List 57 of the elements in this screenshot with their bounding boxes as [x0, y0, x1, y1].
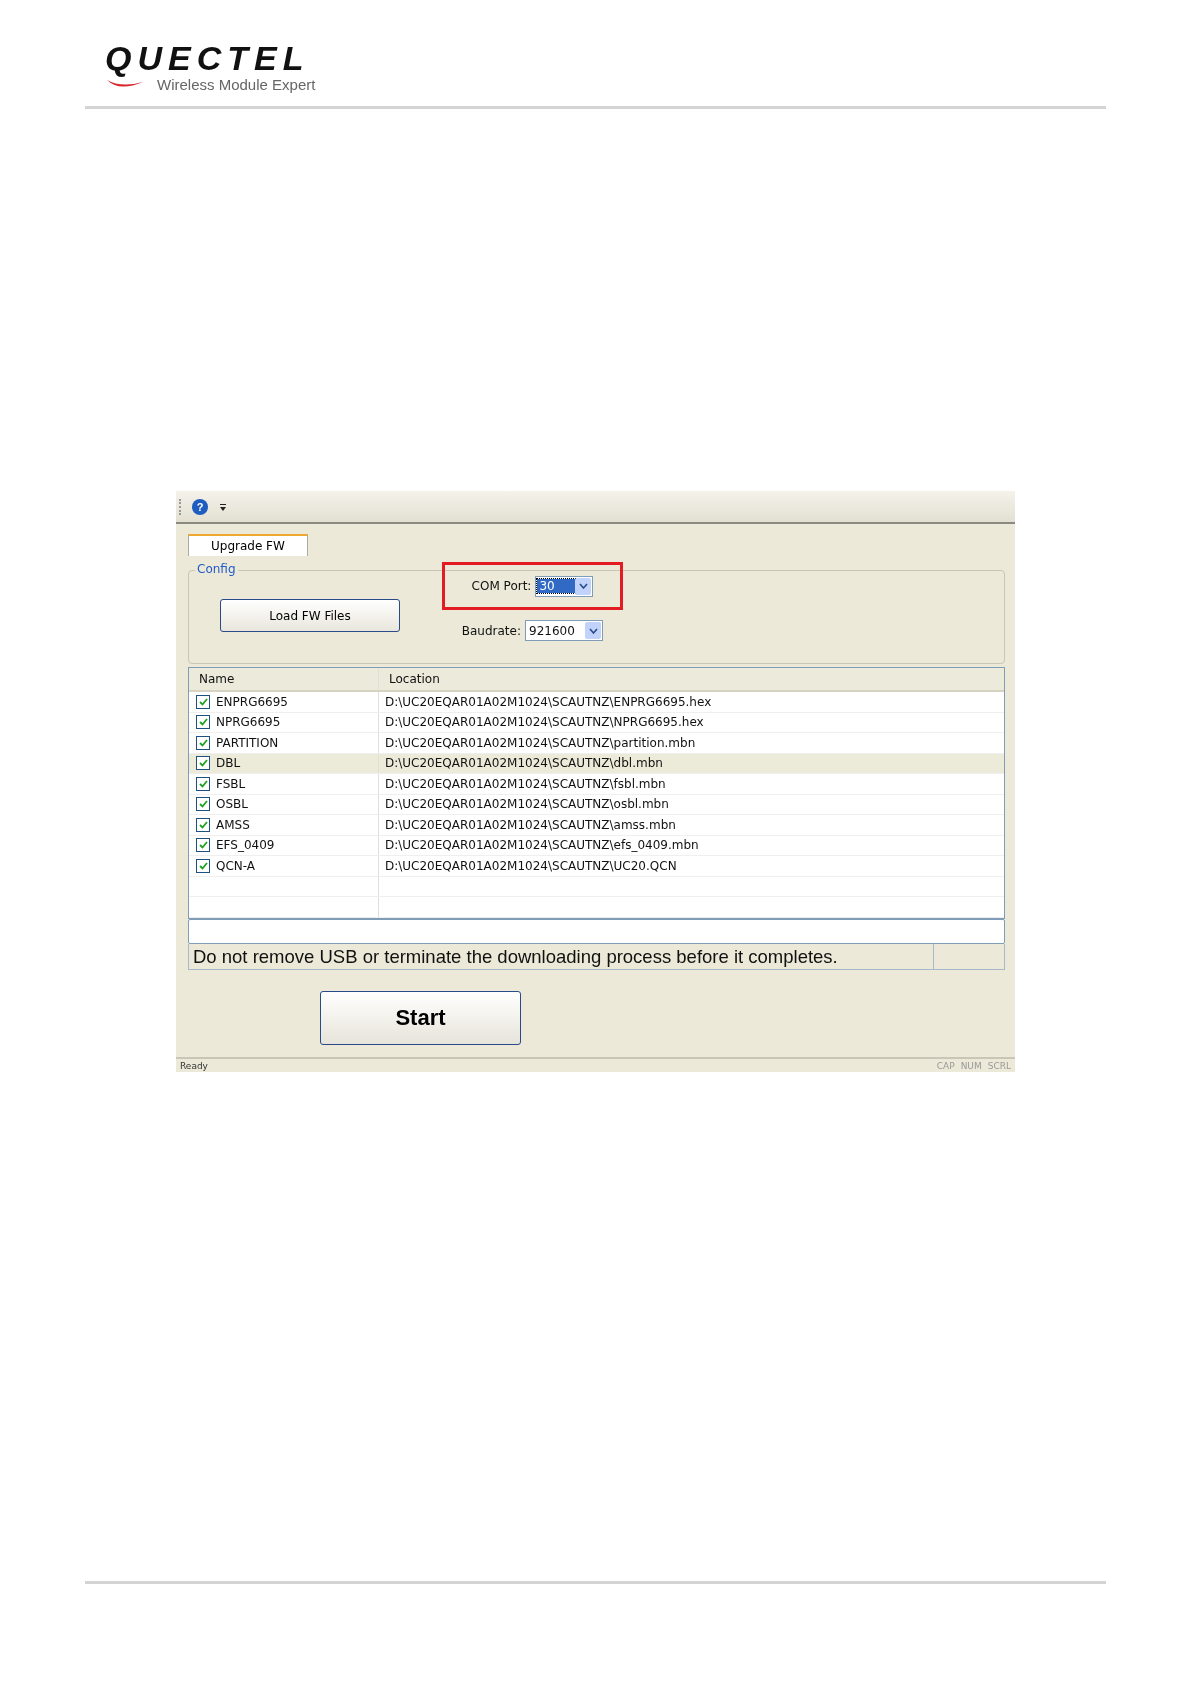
tab[interactable]: Upgrade FW [188, 534, 308, 556]
file-row[interactable]: DBL D:\UC20EQAR01A02M1024\SCAUTNZ\dbl.mbn [189, 753, 1004, 774]
file-path: D:\UC20EQAR01A02M1024\SCAUTNZ\ENPRG6695.hex [385, 694, 712, 709]
load-fw-button[interactable]: Load FW Files [220, 599, 400, 632]
com-port-dropdown[interactable]: 30 [535, 575, 594, 597]
file-row[interactable]: AMSS D:\UC20EQAR01A02M1024\SCAUTNZ\amss.mbn [189, 815, 1004, 836]
status-indicator: CAP [936, 1060, 955, 1071]
file-name: PARTITION [216, 735, 279, 750]
field-label: Baudrate: [461, 623, 521, 638]
file-name: ENPRG6695 [216, 694, 288, 709]
status-text: Ready [180, 1060, 208, 1071]
file-name: FSBL [216, 776, 246, 791]
file-name: QCN-A [216, 858, 256, 873]
chevron-icon [578, 583, 588, 589]
checkbox[interactable] [196, 838, 210, 853]
status-indicator: SCRL [987, 1060, 1011, 1071]
start-button[interactable]: Start [320, 991, 521, 1045]
file-name: AMSS [216, 817, 250, 832]
tagline: Wireless Module Expert [157, 76, 316, 93]
checkbox[interactable] [196, 797, 210, 812]
file-name: DBL [216, 756, 241, 771]
checkbox[interactable] [196, 735, 210, 750]
file-row[interactable]: PARTITION D:\UC20EQAR01A02M1024\SCAUTNZ\partition.mbn [189, 733, 1004, 754]
file-path: D:\UC20EQAR01A02M1024\SCAUTNZ\amss.mbn [385, 817, 676, 832]
file-row[interactable]: QCN-A D:\UC20EQAR01A02M1024\SCAUTNZ\UC20.QCN [189, 856, 1004, 877]
checkbox[interactable] [196, 858, 210, 873]
file-row[interactable]: FSBL D:\UC20EQAR01A02M1024\SCAUTNZ\fsbl.mbn [189, 774, 1004, 795]
checkbox[interactable] [196, 694, 210, 709]
file-path: D:\UC20EQAR01A02M1024\SCAUTNZ\NPRG6695.hex [385, 715, 704, 730]
warning-message: Do not remove USB or terminate the downloading process before it completes. [192, 944, 839, 969]
group-title: Config [195, 562, 238, 576]
file-path: D:\UC20EQAR01A02M1024\SCAUTNZ\UC20.QCN [385, 858, 677, 873]
file-row[interactable]: ENPRG6695 D:\UC20EQAR01A02M1024\SCAUTNZ\ENPRG6695.hex [189, 692, 1004, 713]
baudrate-dropdown[interactable]: 921600 [525, 620, 603, 641]
checkbox[interactable] [196, 756, 210, 771]
company-logo: QUECTEL [105, 40, 311, 76]
checkbox[interactable] [196, 776, 210, 791]
help-button[interactable]: ? [192, 498, 208, 515]
column-header[interactable]: Location [379, 668, 1004, 690]
status-indicator: NUM [960, 1060, 982, 1071]
file-path: D:\UC20EQAR01A02M1024\SCAUTNZ\dbl.mbn [385, 756, 663, 771]
file-row[interactable]: EFS_0409 D:\UC20EQAR01A02M1024\SCAUTNZ\efs_0409.mbn [189, 835, 1004, 856]
file-path: D:\UC20EQAR01A02M1024\SCAUTNZ\fsbl.mbn [385, 776, 666, 791]
file-path: D:\UC20EQAR01A02M1024\SCAUTNZ\efs_0409.mbn [385, 838, 699, 853]
field-label: COM Port: [471, 579, 532, 593]
file-name: NPRG6695 [216, 715, 281, 730]
file-name: OSBL [216, 797, 248, 812]
file-row[interactable]: OSBL D:\UC20EQAR01A02M1024\SCAUTNZ\osbl.mbn [189, 794, 1004, 815]
checkbox[interactable] [196, 817, 210, 832]
file-row[interactable]: NPRG6695 D:\UC20EQAR01A02M1024\SCAUTNZ\NPRG6695.hex [189, 712, 1004, 733]
file-path: D:\UC20EQAR01A02M1024\SCAUTNZ\partition.mbn [385, 735, 696, 750]
dropdown-icon[interactable] [219, 501, 227, 512]
column-header[interactable]: Name [189, 668, 379, 690]
file-name: EFS_0409 [216, 838, 275, 853]
chevron-icon [588, 627, 598, 634]
file-path: D:\UC20EQAR01A02M1024\SCAUTNZ\osbl.mbn [385, 797, 669, 812]
checkbox[interactable] [196, 715, 210, 730]
